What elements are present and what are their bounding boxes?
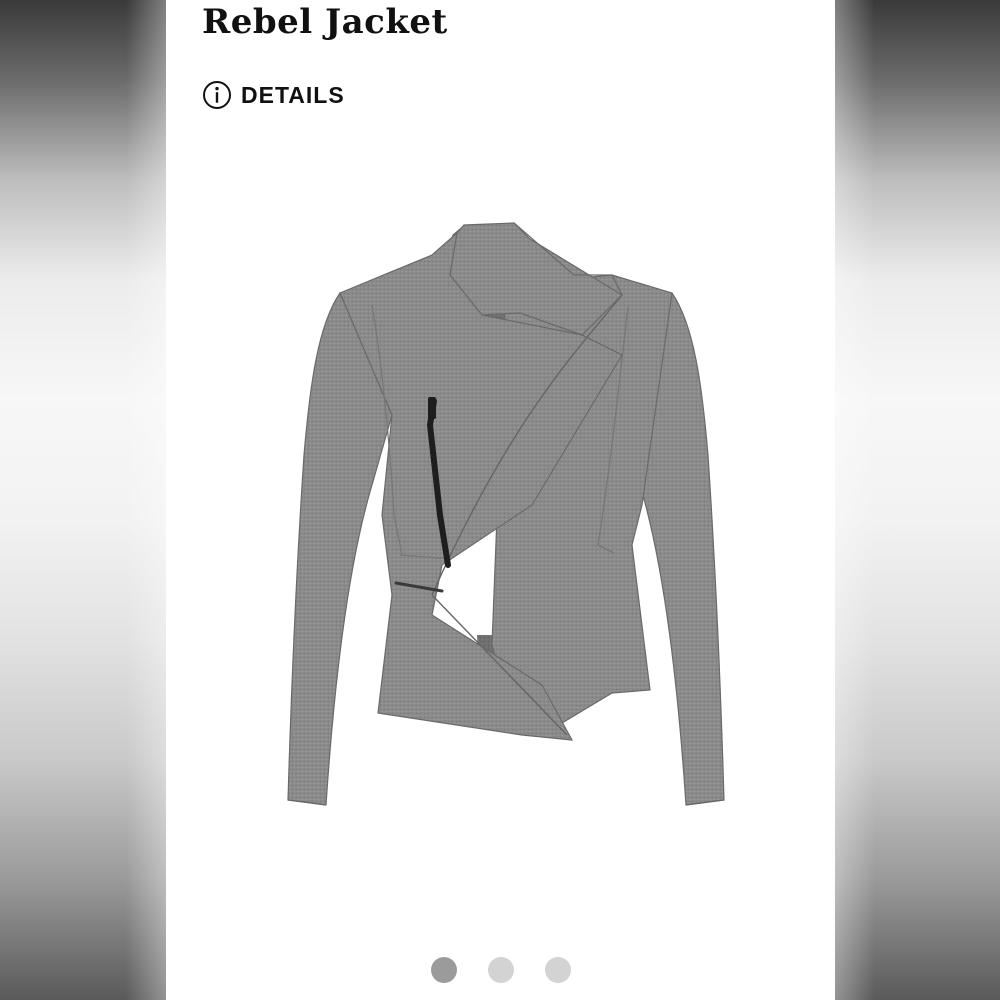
product-image[interactable] <box>282 215 730 815</box>
carousel-dot-3[interactable] <box>544 957 571 983</box>
background-left-band <box>0 0 166 1000</box>
product-panel: Rebel Jacket DETAILS <box>166 0 835 1000</box>
zipper-pull <box>428 397 436 419</box>
details-button[interactable]: DETAILS <box>202 80 345 110</box>
carousel-dot-1[interactable] <box>430 957 457 983</box>
info-icon <box>203 81 231 109</box>
background-right-band <box>835 0 1000 1000</box>
carousel-dot-2[interactable] <box>487 957 514 983</box>
carousel-dots <box>166 957 835 983</box>
details-label: DETAILS <box>241 81 345 108</box>
product-title: Rebel Jacket <box>202 2 448 42</box>
